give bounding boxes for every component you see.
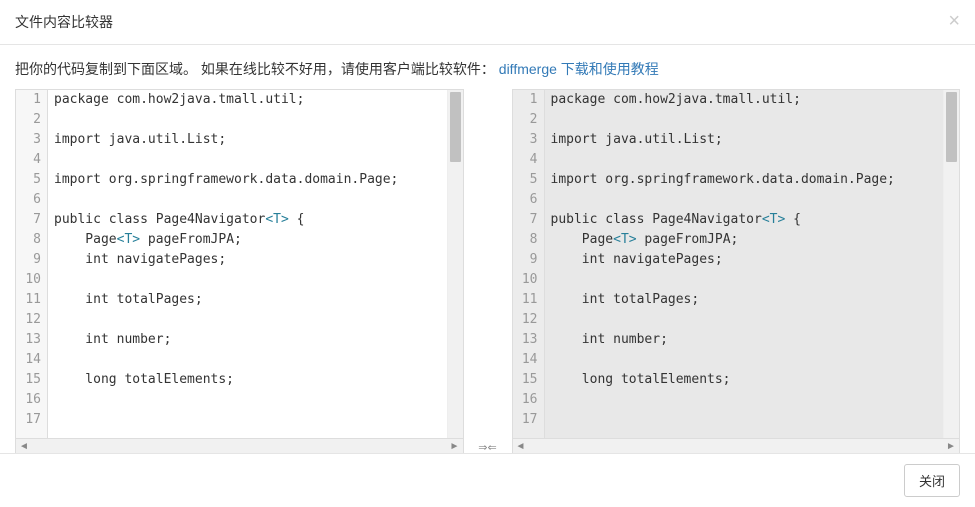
scroll-right-icon[interactable]: ► xyxy=(447,440,463,454)
code-line[interactable] xyxy=(545,150,944,170)
diff-container: 1234567891011121314151617 package com.ho… xyxy=(0,89,975,439)
code-line[interactable] xyxy=(48,190,447,210)
middle-divider xyxy=(464,89,512,439)
code-line[interactable]: int navigatePages; xyxy=(545,250,944,270)
code-line[interactable] xyxy=(545,190,944,210)
code-line[interactable]: int totalPages; xyxy=(48,290,447,310)
code-line[interactable]: package com.how2java.tmall.util; xyxy=(48,90,447,110)
line-number: 14 xyxy=(16,350,47,370)
modal-footer: 关闭 xyxy=(0,453,975,507)
code-line[interactable]: Page<T> pageFromJPA; xyxy=(545,230,944,250)
code-line[interactable] xyxy=(48,150,447,170)
code-line[interactable] xyxy=(48,310,447,330)
code-line[interactable]: int number; xyxy=(48,330,447,350)
code-line[interactable]: import org.springframework.data.domain.P… xyxy=(545,170,944,190)
instruction-prefix: 把你的代码复制到下面区域。 如果在线比较不好用，请使用客户端比较软件： xyxy=(15,61,495,77)
line-number: 11 xyxy=(16,290,47,310)
diffmerge-link[interactable]: diffmerge 下载和使用教程 xyxy=(499,61,659,77)
line-number: 2 xyxy=(513,110,544,130)
line-number: 8 xyxy=(16,230,47,250)
code-line[interactable] xyxy=(48,350,447,370)
code-line[interactable]: int totalPages; xyxy=(545,290,944,310)
code-line[interactable]: public class Page4Navigator<T> { xyxy=(545,210,944,230)
left-code-area[interactable]: package com.how2java.tmall.util; import j… xyxy=(48,90,447,438)
code-line[interactable]: long totalElements; xyxy=(545,370,944,390)
line-number: 1 xyxy=(513,90,544,110)
close-button[interactable]: 关闭 xyxy=(904,464,960,497)
line-number: 17 xyxy=(16,410,47,430)
line-number: 13 xyxy=(513,330,544,350)
code-line[interactable]: package com.how2java.tmall.util; xyxy=(545,90,944,110)
code-line[interactable]: import org.springframework.data.domain.P… xyxy=(48,170,447,190)
scrollbar-thumb[interactable] xyxy=(450,92,461,162)
code-line[interactable] xyxy=(545,390,944,410)
line-number: 3 xyxy=(16,130,47,150)
line-number: 4 xyxy=(16,150,47,170)
right-gutter: 1234567891011121314151617 xyxy=(513,90,545,438)
line-number: 2 xyxy=(16,110,47,130)
code-line[interactable] xyxy=(545,350,944,370)
line-number: 17 xyxy=(513,410,544,430)
scroll-left-icon[interactable]: ◄ xyxy=(513,440,529,454)
line-number: 5 xyxy=(513,170,544,190)
line-number: 7 xyxy=(513,210,544,230)
code-line[interactable] xyxy=(48,410,447,430)
line-number: 11 xyxy=(513,290,544,310)
line-number: 5 xyxy=(16,170,47,190)
left-gutter: 1234567891011121314151617 xyxy=(16,90,48,438)
code-line[interactable] xyxy=(545,270,944,290)
line-number: 15 xyxy=(513,370,544,390)
scroll-left-icon[interactable]: ◄ xyxy=(16,440,32,454)
modal-header: 文件内容比较器 × xyxy=(0,0,975,45)
code-line[interactable]: import java.util.List; xyxy=(48,130,447,150)
line-number: 6 xyxy=(16,190,47,210)
line-number: 6 xyxy=(513,190,544,210)
code-line[interactable]: import java.util.List; xyxy=(545,130,944,150)
line-number: 16 xyxy=(16,390,47,410)
code-line[interactable] xyxy=(48,270,447,290)
code-line[interactable]: long totalElements; xyxy=(48,370,447,390)
line-number: 9 xyxy=(16,250,47,270)
scrollbar-thumb[interactable] xyxy=(946,92,957,162)
vertical-scrollbar[interactable] xyxy=(447,90,463,438)
line-number: 12 xyxy=(513,310,544,330)
code-line[interactable] xyxy=(545,310,944,330)
line-number: 16 xyxy=(513,390,544,410)
right-code-area[interactable]: package com.how2java.tmall.util; import j… xyxy=(545,90,944,438)
line-number: 10 xyxy=(513,270,544,290)
line-number: 15 xyxy=(16,370,47,390)
right-code-panel[interactable]: 1234567891011121314151617 package com.ho… xyxy=(512,89,961,439)
code-line[interactable]: public class Page4Navigator<T> { xyxy=(48,210,447,230)
code-line[interactable] xyxy=(48,110,447,130)
line-number: 13 xyxy=(16,330,47,350)
line-number: 1 xyxy=(16,90,47,110)
line-number: 3 xyxy=(513,130,544,150)
code-line[interactable] xyxy=(545,410,944,430)
left-code-panel[interactable]: 1234567891011121314151617 package com.ho… xyxy=(15,89,464,439)
line-number: 9 xyxy=(513,250,544,270)
code-line[interactable] xyxy=(48,390,447,410)
code-line[interactable]: int navigatePages; xyxy=(48,250,447,270)
line-number: 8 xyxy=(513,230,544,250)
line-number: 4 xyxy=(513,150,544,170)
code-line[interactable] xyxy=(545,110,944,130)
vertical-scrollbar[interactable] xyxy=(943,90,959,438)
line-number: 7 xyxy=(16,210,47,230)
modal-title: 文件内容比较器 xyxy=(15,14,113,30)
code-line[interactable]: int number; xyxy=(545,330,944,350)
scroll-right-icon[interactable]: ► xyxy=(943,440,959,454)
line-number: 10 xyxy=(16,270,47,290)
close-icon[interactable]: × xyxy=(948,10,960,33)
line-number: 14 xyxy=(513,350,544,370)
line-number: 12 xyxy=(16,310,47,330)
code-line[interactable]: Page<T> pageFromJPA; xyxy=(48,230,447,250)
instruction-text: 把你的代码复制到下面区域。 如果在线比较不好用，请使用客户端比较软件： diff… xyxy=(0,45,975,89)
